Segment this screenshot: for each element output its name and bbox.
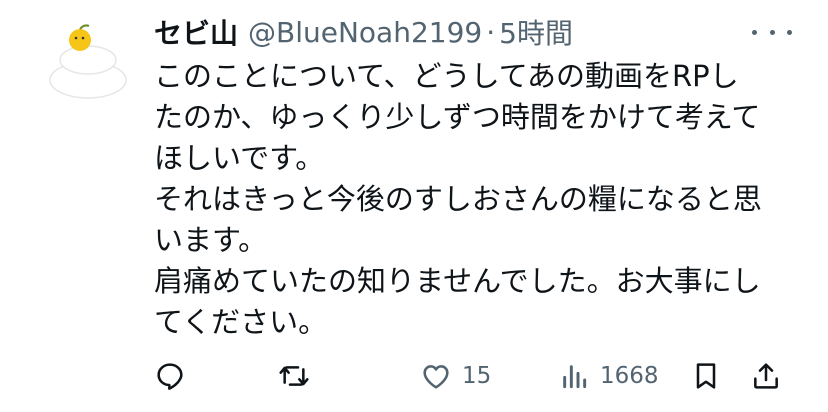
reply-button[interactable]: [154, 354, 186, 398]
views-button[interactable]: 1668: [558, 354, 659, 398]
like-count: 15: [462, 363, 492, 389]
tweet-text-line: たのか、ゆっくり少しずつ時間をかけて考えて: [154, 100, 761, 134]
bookmark-button[interactable]: [690, 354, 722, 398]
more-horizontal-icon-dot: [787, 29, 792, 35]
tweet-text: このことについて、どうしてあの動画をRPし たのか、ゆっくり少しずつ時間をかけて…: [154, 56, 794, 343]
heart-icon: [423, 365, 449, 389]
tweet-header: セビ山 @BlueNoah2199 · 5時間: [154, 12, 573, 52]
share-button[interactable]: [750, 354, 782, 398]
views-count: 1668: [600, 363, 659, 389]
timestamp[interactable]: 5時間: [499, 12, 573, 52]
retweet-button[interactable]: [278, 354, 310, 398]
tweet: セビ山 @BlueNoah2199 · 5時間 このことについて、どうしてあの動…: [0, 0, 828, 412]
like-button[interactable]: 15: [420, 354, 491, 398]
tweet-text-line: ほしいです。: [154, 141, 325, 175]
tweet-text-line: 肩痛めていたの知りませんでした。お大事にし: [154, 264, 761, 298]
tweet-text-line: てください。: [154, 305, 328, 339]
reply-icon: [157, 363, 183, 390]
retweet-icon: [279, 366, 309, 386]
more-horizontal-icon: [752, 29, 757, 35]
avatar[interactable]: [40, 16, 136, 112]
user-handle[interactable]: @BlueNoah2199: [248, 16, 482, 49]
tweet-text-line: います。: [154, 223, 268, 257]
views-chart-icon: [563, 365, 587, 389]
tweet-text-line: それはきっと今後のすしおさんの糧になると思: [154, 182, 762, 216]
more-options-button[interactable]: [752, 22, 792, 42]
share-icon: [754, 363, 778, 389]
separator-dot: ·: [486, 15, 496, 49]
display-name[interactable]: セビ山: [154, 12, 238, 52]
bookmark-icon: [696, 363, 716, 389]
kagami-mochi-avatar-icon: [49, 24, 127, 99]
action-bar: 15 1668: [154, 354, 794, 398]
more-horizontal-icon-dot: [769, 29, 775, 35]
tweet-text-line: このことについて、どうしてあの動画をRPし: [154, 59, 739, 93]
